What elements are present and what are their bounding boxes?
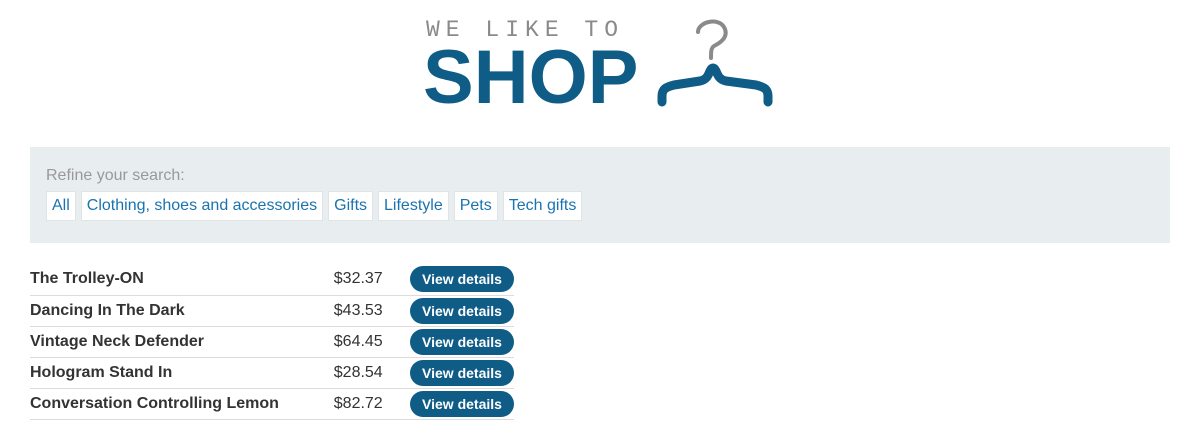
view-details-button[interactable]: View details [410, 266, 514, 293]
hanger-icon [657, 19, 773, 107]
filter-label: Refine your search: [46, 167, 185, 184]
product-name: Dancing In The Dark [30, 301, 185, 319]
filter-pets[interactable]: Pets [453, 191, 498, 221]
table-row: Dancing In The Dark $43.53 View details [30, 295, 514, 326]
product-price: $32.37 [333, 270, 383, 288]
view-details-button[interactable]: View details [410, 328, 514, 355]
filter-lifestyle[interactable]: Lifestyle [378, 191, 449, 221]
product-name: Hologram Stand In [30, 363, 173, 381]
action-cell: View details [410, 295, 514, 326]
product-price: $43.53 [333, 301, 383, 319]
view-details-button[interactable]: View details [410, 359, 514, 386]
filter-button-group: All Clothing, shoes and accessories Gift… [46, 191, 583, 221]
table-row: Vintage Neck Defender $64.45 View detail… [30, 326, 514, 357]
product-price: $28.54 [333, 363, 383, 381]
view-details-button[interactable]: View details [410, 390, 514, 417]
filter-tech-gifts[interactable]: Tech gifts [502, 191, 583, 221]
table-row: Hologram Stand In $28.54 View details [30, 357, 514, 388]
product-name: The Trolley-ON [30, 270, 144, 288]
filter-all[interactable]: All [46, 191, 76, 221]
filter-panel: Refine your search: All Clothing, shoes … [30, 147, 1170, 243]
filter-gifts[interactable]: Gifts [328, 191, 374, 221]
product-price: $82.72 [333, 394, 383, 412]
table-row: Conversation Controlling Lemon $82.72 Vi… [30, 388, 514, 419]
product-table: The Trolley-ON $32.37 View details Danci… [30, 264, 514, 420]
action-cell: View details [410, 326, 514, 357]
page: WE LIKE TO SHOP Refine your search: All … [0, 0, 1183, 422]
action-cell: View details [410, 357, 514, 388]
action-cell: View details [410, 264, 514, 295]
table-row: The Trolley-ON $32.37 View details [30, 264, 514, 295]
product-name: Conversation Controlling Lemon [30, 394, 279, 412]
logo-wordmark: SHOP [423, 35, 639, 120]
site-logo[interactable]: WE LIKE TO SHOP [423, 14, 784, 120]
filter-clothing-shoes-accessories[interactable]: Clothing, shoes and accessories [80, 191, 324, 221]
product-price: $64.45 [333, 332, 383, 350]
view-details-button[interactable]: View details [410, 297, 514, 324]
product-name: Vintage Neck Defender [30, 332, 204, 350]
action-cell: View details [410, 388, 514, 419]
